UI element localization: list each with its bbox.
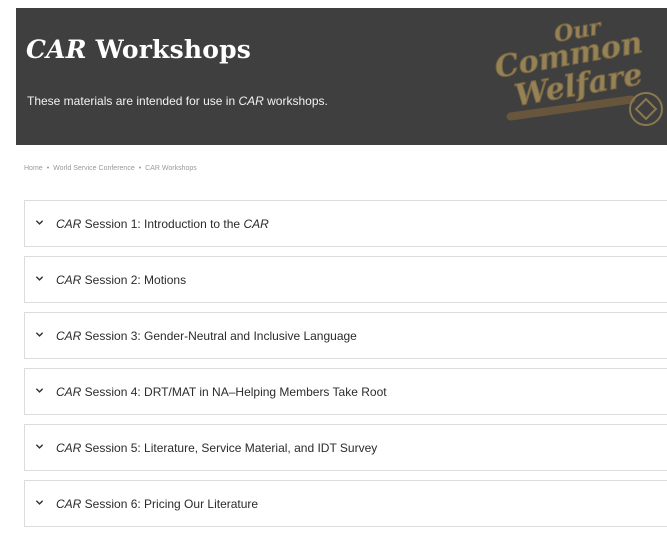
- session-title: Session 1: Introduction to the: [81, 217, 244, 231]
- accordion-item-session-3[interactable]: CAR Session 3: Gender-Neutral and Inclus…: [24, 312, 667, 359]
- chevron-down-icon: [35, 276, 44, 281]
- chevron-down-icon: [35, 444, 44, 449]
- session-title: Session 3: Gender-Neutral and Inclusive …: [81, 329, 357, 343]
- accordion-item-session-1[interactable]: CAR Session 1: Introduction to the CAR: [24, 200, 667, 247]
- accordion-label: CAR Session 1: Introduction to the CAR: [56, 217, 269, 231]
- accordion-label: CAR Session 5: Literature, Service Mater…: [56, 441, 377, 455]
- breadcrumb-separator: •: [46, 165, 50, 172]
- accordion-label: CAR Session 6: Pricing Our Literature: [56, 497, 258, 511]
- accordion-item-session-4[interactable]: CAR Session 4: DRT/MAT in NA–Helping Mem…: [24, 368, 667, 415]
- accordion-item-session-5[interactable]: CAR Session 5: Literature, Service Mater…: [24, 424, 667, 471]
- page-title-car: CAR: [26, 35, 87, 64]
- car-label: CAR: [56, 385, 82, 399]
- subtitle-after: workshops.: [263, 94, 328, 108]
- session-accordion: CAR Session 1: Introduction to the CAR C…: [24, 200, 667, 536]
- chevron-down-icon: [35, 500, 44, 505]
- subtitle-car: CAR: [238, 94, 264, 108]
- breadcrumb-current: CAR Workshops: [145, 165, 197, 172]
- page-title: CAR Workshops: [26, 35, 251, 64]
- na-emblem-icon: [629, 92, 663, 126]
- accordion-label: CAR Session 2: Motions: [56, 273, 186, 287]
- session-title: Session 4: DRT/MAT in NA–Helping Members…: [81, 385, 387, 399]
- chevron-down-icon: [35, 220, 44, 225]
- accordion-item-session-2[interactable]: CAR Session 2: Motions: [24, 256, 667, 303]
- page-header-banner: CAR Workshops These materials are intend…: [16, 8, 667, 145]
- breadcrumb-home[interactable]: Home: [24, 165, 43, 172]
- car-label: CAR: [56, 217, 82, 231]
- car-label: CAR: [56, 273, 82, 287]
- accordion-item-session-6[interactable]: CAR Session 6: Pricing Our Literature: [24, 480, 667, 527]
- breadcrumb: Home • World Service Conference • CAR Worksh…: [24, 165, 197, 172]
- car-label: CAR: [243, 217, 269, 231]
- our-common-welfare-logo: Our Common Welfare: [476, 8, 667, 145]
- car-label: CAR: [56, 441, 82, 455]
- chevron-down-icon: [35, 388, 44, 393]
- accordion-label: CAR Session 3: Gender-Neutral and Inclus…: [56, 329, 357, 343]
- page-title-rest: Workshops: [86, 35, 252, 64]
- car-label: CAR: [56, 497, 82, 511]
- car-label: CAR: [56, 329, 82, 343]
- subtitle-before: These materials are intended for use in: [27, 94, 239, 108]
- breadcrumb-world-service-conference[interactable]: World Service Conference: [53, 165, 135, 172]
- session-title: Session 2: Motions: [81, 273, 187, 287]
- accordion-label: CAR Session 4: DRT/MAT in NA–Helping Mem…: [56, 385, 387, 399]
- chevron-down-icon: [35, 332, 44, 337]
- session-title: Session 6: Pricing Our Literature: [81, 497, 259, 511]
- page-subtitle: These materials are intended for use in …: [27, 94, 328, 108]
- breadcrumb-separator: •: [138, 165, 142, 172]
- session-title: Session 5: Literature, Service Material,…: [81, 441, 378, 455]
